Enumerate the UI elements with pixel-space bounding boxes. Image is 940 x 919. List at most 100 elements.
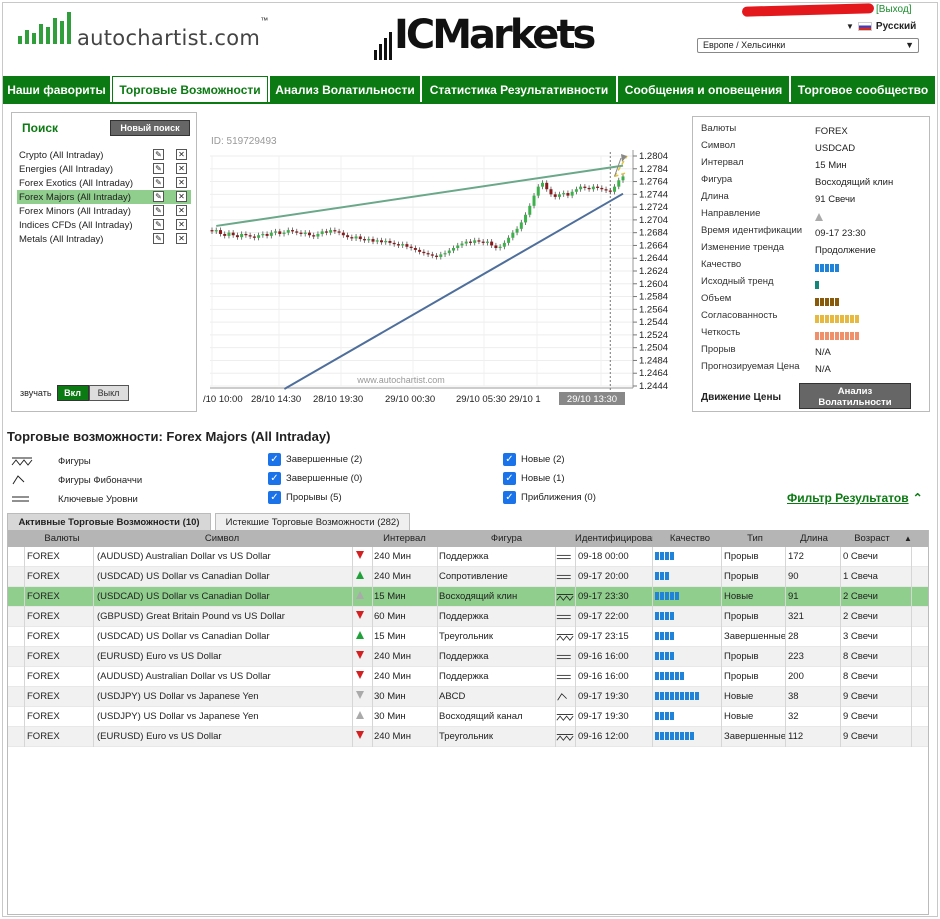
saved-search-item[interactable]: Forex Exotics (All Intraday) ✎ ✕ [17,176,191,190]
table-row[interactable]: FOREX (USDCAD) US Dollar vs Canadian Doll… [7,567,929,587]
y-tick-label: 1.2684 [639,228,668,239]
rating-bar [830,297,834,306]
cell-symbol: (EURUSD) Euro vs US Dollar [97,651,222,662]
col-header-identified[interactable]: Идентифицирован [575,533,653,544]
column-divider [911,687,912,707]
table-row[interactable]: FOREX (AUDUSD) Australian Dollar vs US Do… [7,667,929,687]
filter-breakouts[interactable]: ✓ Прорывы (5) [268,491,342,504]
logout-link[interactable]: [Выход] [876,4,911,15]
tab-trading-community[interactable]: Торговое сообщество [791,76,935,103]
filter-new-fib[interactable]: ✓ Новые (1) [503,472,565,485]
column-divider [721,547,722,567]
saved-search-item[interactable]: Energies (All Intraday) ✎ ✕ [17,162,191,176]
tab-messages-alerts[interactable]: Сообщения и оповещения [618,76,789,103]
table-row[interactable]: FOREX (EURUSD) Euro vs US Dollar 240 Мин Тр… [7,727,929,747]
x-icon[interactable]: ✕ [176,163,187,174]
sound-on-button[interactable]: Вкл [56,385,89,401]
pattern-chart[interactable]: ID: 519729493 1.2804 1.2784 1.2764 1.2744 1.… [201,130,687,410]
autochartist-logo[interactable]: autochartist.com ™ [18,10,268,50]
col-header-length[interactable]: Длина [789,533,839,544]
tab-trade-opportunities[interactable]: Торговые Возможности [112,76,268,103]
filter-completed-fib[interactable]: ✓ Завершенные (0) [268,472,362,485]
tab-expired-opportunities[interactable]: Истекшие Торговые Возможности (282) [215,513,410,530]
column-divider [93,627,94,647]
candle-body [388,240,392,243]
saved-search-item[interactable]: Forex Majors (All Intraday) ✎ ✕ [17,190,191,204]
x-icon[interactable]: ✕ [176,219,187,230]
detail-row: Согласованность [701,310,925,327]
column-divider [911,567,912,587]
filter-approaches[interactable]: ✓ Приближения (0) [503,491,596,504]
saved-search-item[interactable]: Forex Minors (All Intraday) ✎ ✕ [17,204,191,218]
col-header-interval[interactable]: Интервал [372,533,437,544]
column-divider [840,667,841,687]
col-header-pattern[interactable]: Фигура [439,533,574,544]
pencil-icon[interactable]: ✎ [153,205,164,216]
checkbox-checked-icon[interactable]: ✓ [268,491,281,504]
pattern-icon [556,594,574,601]
x-icon[interactable]: ✕ [176,149,187,160]
down-triangle-icon [356,551,364,559]
y-tick-label: 1.2524 [639,330,668,341]
sound-off-button[interactable]: Выкл [88,385,129,401]
x-icon[interactable]: ✕ [176,177,187,188]
cell-identified: 09-17 20:00 [578,571,629,582]
caret-down-icon: ▼ [846,22,854,31]
cell-group: FOREX [27,571,60,582]
rating-bar [845,331,849,340]
checkbox-checked-icon[interactable]: ✓ [503,453,516,466]
candle-body [545,182,549,190]
col-header-age[interactable]: Возраст [847,533,897,544]
down-triangle-icon [356,651,364,659]
pencil-icon[interactable]: ✎ [153,177,164,188]
tab-performance-stats[interactable]: Статистика Результативности [422,76,616,103]
table-row[interactable]: FOREX (AUDUSD) Australian Dollar vs US Do… [7,547,929,567]
checkbox-checked-icon[interactable]: ✓ [503,472,516,485]
x-icon[interactable]: ✕ [176,233,187,244]
table-row[interactable]: FOREX (EURUSD) Euro vs US Dollar 240 Мин По… [7,647,929,667]
x-icon[interactable]: ✕ [176,205,187,216]
candle-body [617,180,621,187]
candle-body [566,193,570,196]
results-filter-link[interactable]: Фильтр Результатов ⌃ [787,491,923,505]
saved-search-item[interactable]: Metals (All Intraday) ✎ ✕ [17,232,191,246]
table-row[interactable]: FOREX (USDJPY) US Dollar vs Japanese Yen 3… [7,687,929,707]
col-header-symbol[interactable]: Символ [97,533,347,544]
cell-pattern-type [556,711,575,726]
candle-body [261,233,265,236]
pencil-icon[interactable]: ✎ [153,163,164,174]
table-row[interactable]: FOREX (USDCAD) US Dollar vs Canadian Doll… [7,627,929,647]
cell-age: 2 Свечи [843,611,878,622]
pencil-icon[interactable]: ✎ [153,149,164,160]
table-row[interactable]: FOREX (GBPUSD) Great Britain Pound vs US … [7,607,929,627]
saved-search-item[interactable]: Indices CFDs (All Intraday) ✎ ✕ [17,218,191,232]
pencil-icon[interactable]: ✎ [153,233,164,244]
checkbox-checked-icon[interactable]: ✓ [268,453,281,466]
tab-volatility-analysis[interactable]: Анализ Волатильности [270,76,420,103]
pencil-icon[interactable]: ✎ [153,219,164,230]
filter-completed-patterns[interactable]: ✓ Завершенные (2) [268,453,362,466]
saved-search-item[interactable]: Crypto (All Intraday) ✎ ✕ [17,148,191,162]
checkbox-checked-icon[interactable]: ✓ [268,472,281,485]
tab-active-opportunities[interactable]: Активные Торговые Возможности (10) [7,513,211,530]
cell-direction [356,611,370,622]
filter-new-patterns[interactable]: ✓ Новые (2) [503,453,565,466]
cell-interval: 240 Мин [374,571,411,582]
column-divider [372,567,373,587]
volatility-analysis-button[interactable]: Анализ Волатильности [799,383,911,409]
pencil-icon[interactable]: ✎ [153,191,164,202]
col-header-group[interactable]: Валюты [37,533,87,544]
x-icon[interactable]: ✕ [176,191,187,202]
language-select[interactable]: ▼ Русский [846,21,916,32]
col-header-type[interactable]: Тип [725,533,785,544]
col-header-quality[interactable]: Качество [655,533,725,544]
quality-bar [660,612,664,621]
new-search-button[interactable]: Новый поиск [110,120,190,136]
checkbox-checked-icon[interactable]: ✓ [503,491,516,504]
timezone-select[interactable]: Европе / Хельсинки ▼ [697,38,919,53]
table-body: FOREX (AUDUSD) Australian Dollar vs US Do… [7,547,929,747]
table-row[interactable]: FOREX (USDJPY) US Dollar vs Japanese Yen 3… [7,707,929,727]
cell-group: FOREX [27,691,60,702]
table-row[interactable]: FOREX (USDCAD) US Dollar vs Canadian Doll… [7,587,929,607]
tab-favorites[interactable]: Наши фавориты [3,76,110,103]
